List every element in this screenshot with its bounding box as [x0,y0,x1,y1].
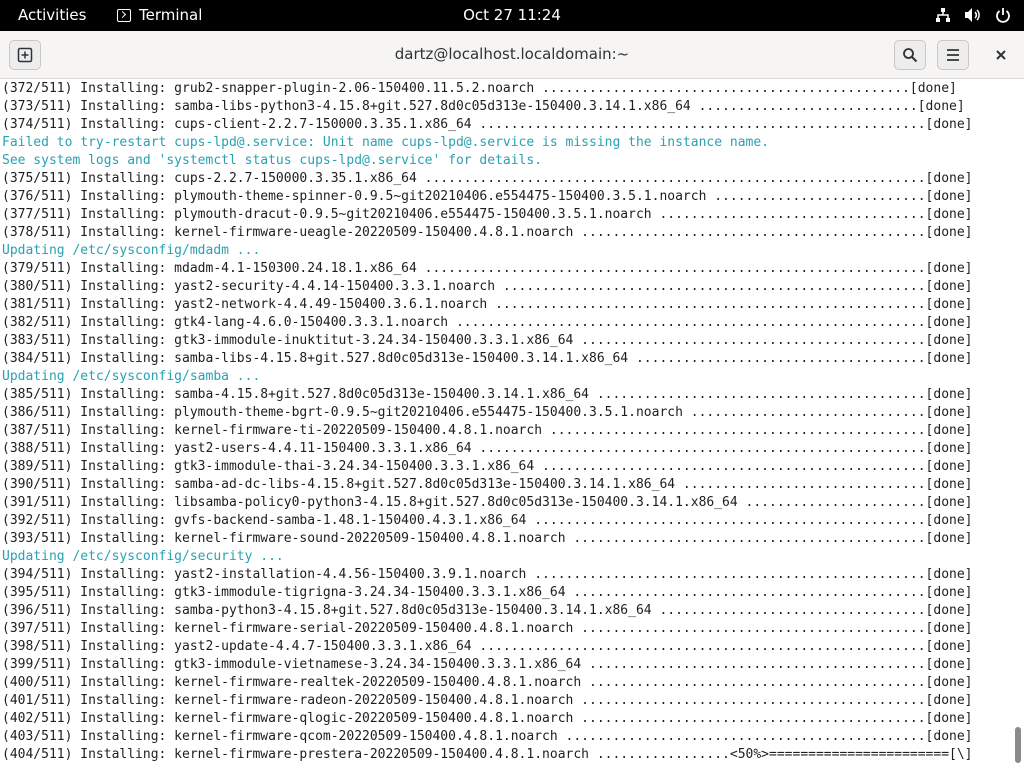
install-log-line: (395/511) Installing: gtk3-immodule-tigr… [2,585,973,600]
install-log-line: (385/511) Installing: samba-4.15.8+git.5… [2,387,973,402]
install-log-line: (386/511) Installing: plymouth-theme-bgr… [2,405,973,420]
install-log-line: (401/511) Installing: kernel-firmware-ra… [2,693,973,708]
install-log-line: (380/511) Installing: yast2-security-4.4… [2,279,973,294]
new-tab-button[interactable] [9,40,41,70]
search-button[interactable] [894,40,926,70]
app-menu[interactable]: Terminal [117,6,202,24]
install-log-line: (382/511) Installing: gtk4-lang-4.6.0-15… [2,315,973,330]
new-tab-icon [17,47,33,63]
status-message-line: Updating /etc/sysconfig/mdadm ... [2,243,261,258]
install-log-line: (381/511) Installing: yast2-network-4.4.… [2,297,973,312]
status-message-line: Updating /etc/sysconfig/samba ... [2,369,261,384]
volume-icon[interactable] [964,6,982,24]
hamburger-icon [947,49,959,61]
output-lines: (372/511) Installing: grub2-snapper-plug… [2,80,973,764]
top-bar: Activities Terminal Oct 27 11:24 [0,0,1024,31]
activities-button[interactable]: Activities [18,6,86,24]
app-name: Terminal [139,6,203,24]
install-log-line: (384/511) Installing: samba-libs-4.15.8+… [2,351,973,366]
window-header: dartz@localhost.localdomain:~ [0,31,1024,79]
install-log-line: (391/511) Installing: libsamba-policy0-p… [2,495,973,510]
menu-button[interactable] [937,40,969,70]
scrollbar[interactable] [1012,79,1024,768]
install-log-line: (390/511) Installing: samba-ad-dc-libs-4… [2,477,973,492]
install-log-line: (398/511) Installing: yast2-update-4.4.7… [2,639,973,654]
power-icon[interactable] [994,6,1012,24]
install-log-line: (372/511) Installing: grub2-snapper-plug… [2,81,957,96]
close-button[interactable] [985,40,1017,70]
install-log-line: (378/511) Installing: kernel-firmware-ue… [2,225,973,240]
install-log-line: (396/511) Installing: samba-python3-4.15… [2,603,973,618]
install-log-line: (375/511) Installing: cups-2.2.7-150000.… [2,171,973,186]
install-log-line: (404/511) Installing: kernel-firmware-pr… [2,747,973,762]
system-tray[interactable] [934,6,1012,24]
install-log-line: (383/511) Installing: gtk3-immodule-inuk… [2,333,973,348]
close-icon [996,50,1006,60]
terminal-icon [117,8,131,22]
install-log-line: (389/511) Installing: gtk3-immodule-thai… [2,459,973,474]
install-log-line: (373/511) Installing: samba-libs-python3… [2,99,965,114]
install-log-line: (374/511) Installing: cups-client-2.2.7-… [2,117,973,132]
install-log-line: (392/511) Installing: gvfs-backend-samba… [2,513,973,528]
network-icon[interactable] [934,6,952,24]
install-log-line: (400/511) Installing: kernel-firmware-re… [2,675,973,690]
install-log-line: (399/511) Installing: gtk3-immodule-viet… [2,657,973,672]
status-message-line: Failed to try-restart cups-lpd@.service:… [2,135,770,150]
install-log-line: (388/511) Installing: yast2-users-4.4.11… [2,441,973,456]
install-log-line: (403/511) Installing: kernel-firmware-qc… [2,729,973,744]
install-log-line: (377/511) Installing: plymouth-dracut-0.… [2,207,973,222]
install-log-line: (376/511) Installing: plymouth-theme-spi… [2,189,973,204]
status-message-line: Updating /etc/sysconfig/security ... [2,549,284,564]
terminal-output[interactable]: (372/511) Installing: grub2-snapper-plug… [0,79,1012,768]
install-log-line: (379/511) Installing: mdadm-4.1-150300.2… [2,261,973,276]
search-icon [903,48,918,63]
scrollbar-thumb[interactable] [1015,727,1021,763]
install-log-line: (393/511) Installing: kernel-firmware-so… [2,531,973,546]
install-log-line: (394/511) Installing: yast2-installation… [2,567,973,582]
install-log-line: (387/511) Installing: kernel-firmware-ti… [2,423,973,438]
install-log-line: (402/511) Installing: kernel-firmware-ql… [2,711,973,726]
install-log-line: (397/511) Installing: kernel-firmware-se… [2,621,973,636]
status-message-line: See system logs and 'systemctl status cu… [2,153,543,168]
window-title: dartz@localhost.localdomain:~ [394,45,630,63]
